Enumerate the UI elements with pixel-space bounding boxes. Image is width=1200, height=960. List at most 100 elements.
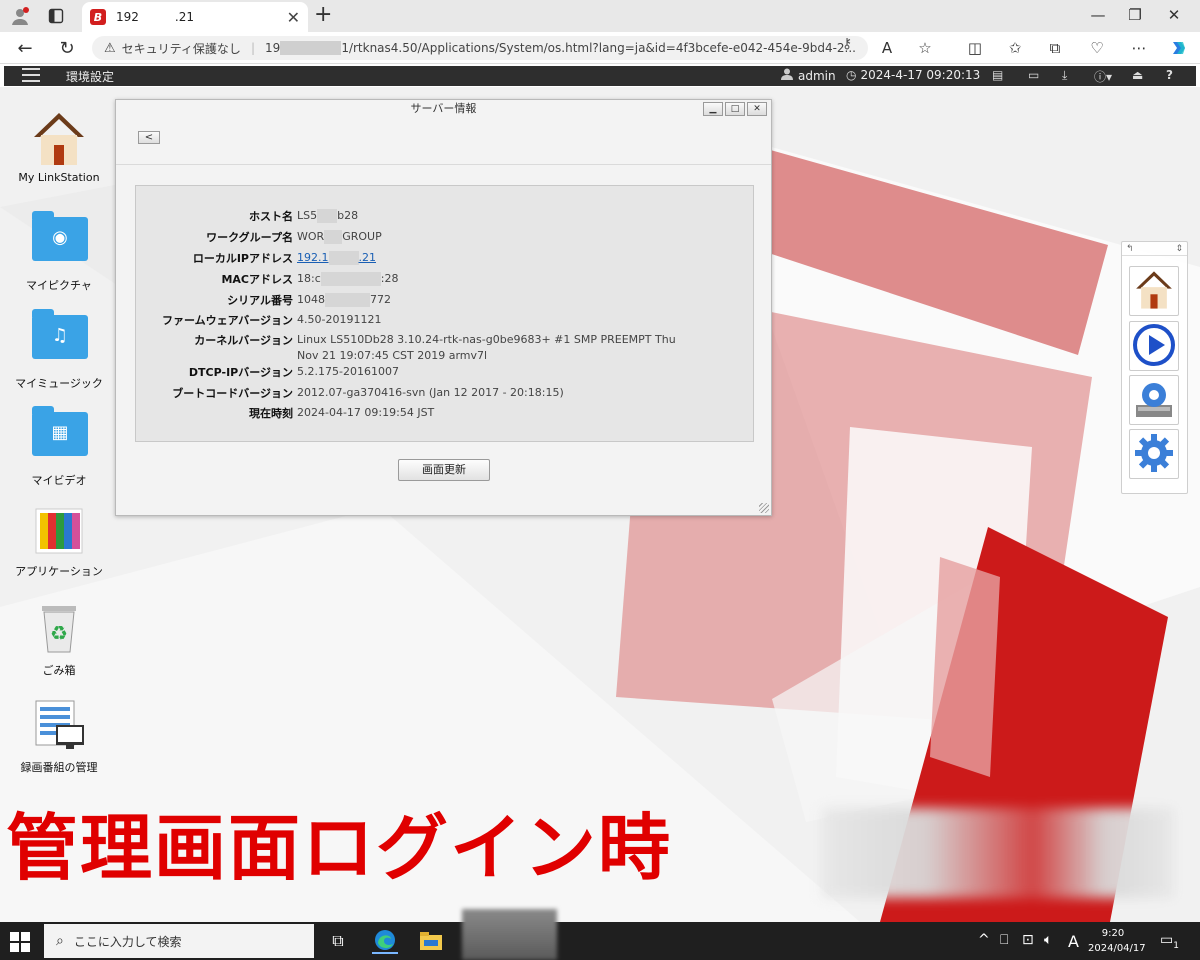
desktop-icon-label: アプリケーション bbox=[15, 565, 103, 578]
info-label: DTCP-IPバージョン bbox=[188, 366, 293, 379]
user-name: admin bbox=[798, 68, 836, 83]
info-label: 現在時刻 bbox=[249, 407, 293, 420]
taskbar-clock[interactable]: 9:20 2024/04/17 bbox=[1088, 926, 1146, 956]
taskbar-redaction bbox=[462, 909, 557, 960]
windows-taskbar: ⌕ ここに入力して検索 ⧉ ^ ⎕ ⊡ 🔈︎ A 9:20 2024/04/17… bbox=[0, 909, 1200, 960]
desktop-icon-my-video[interactable]: ▦ マイビデオ bbox=[4, 406, 114, 488]
start-button[interactable] bbox=[10, 932, 30, 952]
key-icon[interactable]: ⚷ bbox=[842, 36, 852, 52]
warning-icon: ⚠ bbox=[104, 40, 116, 56]
favorite-star-icon[interactable]: ☆ bbox=[914, 37, 936, 59]
clock-date: 2024/04/17 bbox=[1088, 943, 1146, 954]
drive-icon[interactable]: ▭ bbox=[1028, 68, 1039, 82]
tray-overflow-icon[interactable]: ^ bbox=[978, 932, 990, 948]
video-folder-icon: ▦ bbox=[32, 406, 88, 466]
disk-settings-icon bbox=[1132, 377, 1176, 424]
dock-header: ↰ ⇕ bbox=[1122, 242, 1187, 256]
profile-avatar-icon[interactable] bbox=[8, 4, 32, 28]
new-tab-button[interactable]: + bbox=[314, 2, 332, 27]
play-icon bbox=[1132, 323, 1176, 370]
browser-tab-strip: B 192 .21 ✕ + — ❐ ✕ bbox=[0, 0, 1200, 32]
svg-text:♻: ♻ bbox=[50, 621, 68, 645]
task-view-icon[interactable]: ⧉ bbox=[325, 928, 351, 954]
camera-folder-icon: ◉ bbox=[32, 211, 88, 271]
info-label: ブートコードバージョン bbox=[172, 387, 293, 400]
window-minimize-button[interactable]: ▁ bbox=[703, 102, 723, 116]
info-value: 4.50-20191121 bbox=[297, 313, 382, 326]
app-title: 環境設定 bbox=[66, 70, 115, 84]
copilot-icon[interactable] bbox=[1168, 37, 1190, 59]
edge-browser-icon[interactable] bbox=[372, 928, 398, 954]
window-close-button[interactable]: ✕ bbox=[747, 102, 767, 116]
info-label: ワークグループ名 bbox=[206, 231, 293, 244]
taskbar-search-input[interactable]: ⌕ ここに入力して検索 bbox=[44, 924, 314, 958]
url-separator: | bbox=[250, 41, 255, 55]
dock-sort-icon[interactable]: ⇕ bbox=[1175, 242, 1183, 255]
tab-close-icon[interactable]: ✕ bbox=[287, 8, 300, 27]
user-icon bbox=[780, 68, 794, 83]
desktop-icon-applications[interactable]: アプリケーション bbox=[4, 503, 114, 579]
volume-icon[interactable]: 🔈︎ bbox=[1044, 932, 1052, 948]
download-icon[interactable]: ⤓ bbox=[1062, 68, 1067, 83]
split-screen-icon[interactable]: ◫ bbox=[964, 37, 986, 59]
url-field[interactable]: ⚠ セキュリティ保護なし | 19 1/rtknas4.50/Applicati… bbox=[92, 36, 868, 60]
info-label: ホスト名 bbox=[249, 210, 293, 223]
info-value: 2024-04-17 09:19:54 JST bbox=[297, 406, 435, 419]
overlay-caption: 管理画面ログイン時 bbox=[6, 806, 673, 890]
collections-icon[interactable]: ⧉ bbox=[1044, 37, 1066, 59]
hamburger-menu-icon[interactable] bbox=[22, 68, 40, 82]
dock-home-button[interactable] bbox=[1129, 266, 1179, 316]
read-aloud-icon[interactable]: A bbox=[876, 37, 898, 59]
network-icon[interactable]: ⊡ bbox=[1022, 932, 1034, 948]
info-value: Linux LS510Db28 3.10.24-rtk-nas-g0be9683… bbox=[297, 333, 676, 362]
back-arrow-icon[interactable]: ← bbox=[14, 37, 36, 59]
settings-gear-icon bbox=[1132, 431, 1176, 478]
resize-grip-icon[interactable] bbox=[759, 503, 769, 513]
local-ip-link[interactable]: 192.1.21 bbox=[297, 250, 717, 266]
favorites-icon[interactable]: ✩ bbox=[1004, 37, 1026, 59]
desktop-icon-recycle-bin[interactable]: ♻ ごみ箱 bbox=[4, 602, 114, 678]
desktop-icon-my-pictures[interactable]: ◉ マイピクチャ bbox=[4, 211, 114, 293]
info-value: 1048 772 bbox=[297, 293, 391, 307]
dock-media-button[interactable] bbox=[1129, 321, 1179, 371]
minimize-button[interactable]: — bbox=[1080, 4, 1116, 26]
keyboard-icon[interactable]: ▤ bbox=[992, 68, 1003, 82]
eject-icon[interactable]: ⏏ bbox=[1132, 68, 1143, 82]
file-explorer-icon[interactable] bbox=[418, 928, 444, 954]
window-title: サーバー情報 bbox=[410, 102, 477, 115]
tab-actions-icon[interactable] bbox=[44, 4, 68, 28]
ime-indicator[interactable]: A bbox=[1068, 932, 1079, 951]
user-menu[interactable]: admin bbox=[780, 68, 836, 83]
more-menu-icon[interactable]: ⋯ bbox=[1128, 37, 1150, 59]
close-window-button[interactable]: ✕ bbox=[1156, 4, 1192, 26]
device-icon[interactable]: ⎕ bbox=[1000, 932, 1008, 948]
desktop-icon-my-music[interactable]: ♫ マイミュージック bbox=[4, 309, 114, 391]
url-redaction bbox=[280, 41, 342, 55]
browser-essentials-icon[interactable]: ♡ bbox=[1086, 37, 1108, 59]
info-dropdown-icon[interactable]: ⓘ▾ bbox=[1094, 68, 1112, 85]
dock-undo-icon[interactable]: ↰ bbox=[1126, 242, 1134, 255]
browser-tab-active[interactable]: B 192 .21 ✕ bbox=[82, 2, 308, 32]
home-icon bbox=[1134, 270, 1174, 313]
reload-icon[interactable]: ↻ bbox=[56, 37, 78, 59]
desktop-icon-label: マイビデオ bbox=[31, 474, 87, 487]
music-folder-icon: ♫ bbox=[32, 309, 88, 369]
restore-button[interactable]: ❐ bbox=[1117, 4, 1153, 26]
url-text: 1/rtknas4.50/Applications/System/os.html… bbox=[341, 41, 856, 55]
datetime-display: ◷ 2024-4-17 09:20:13 bbox=[846, 68, 980, 82]
dock-settings-button[interactable] bbox=[1129, 429, 1179, 479]
home-icon bbox=[32, 111, 86, 165]
notification-count: 1 bbox=[1173, 940, 1179, 951]
desktop-icon-recording-manager[interactable]: 録画番組の管理 bbox=[4, 699, 114, 775]
help-icon[interactable]: ? bbox=[1166, 68, 1173, 82]
window-divider bbox=[116, 164, 771, 165]
back-button[interactable]: < bbox=[138, 131, 160, 144]
recording-manager-icon bbox=[32, 699, 86, 753]
notification-center-icon[interactable]: ▭1 bbox=[1160, 932, 1179, 951]
tab-title: 192 .21 bbox=[116, 10, 194, 24]
desktop-icon-my-linkstation[interactable]: My LinkStation bbox=[4, 111, 114, 184]
dock-disk-settings-button[interactable] bbox=[1129, 375, 1179, 425]
refresh-button[interactable]: 画面更新 bbox=[398, 459, 490, 481]
window-maximize-button[interactable]: □ bbox=[725, 102, 745, 116]
caption-redaction bbox=[822, 808, 1174, 898]
